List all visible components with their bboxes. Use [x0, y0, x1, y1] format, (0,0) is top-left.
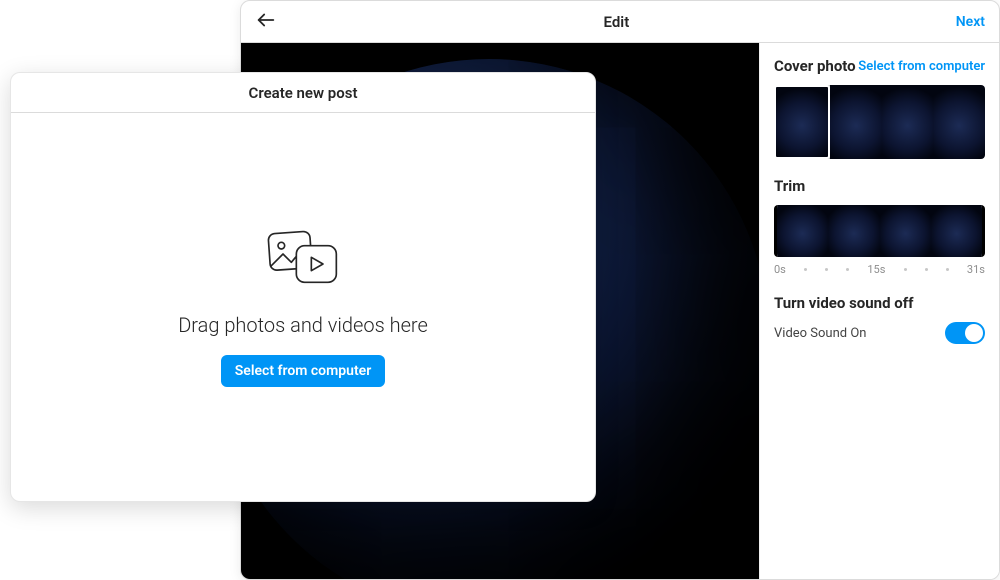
- trim-ticks: 0s 15s 31s: [774, 263, 985, 276]
- trim-mid-label: 15s: [867, 263, 885, 276]
- trim-heading: Trim: [774, 177, 805, 195]
- cover-frame[interactable]: [830, 85, 882, 159]
- cover-photo-row: Cover photo Select from computer: [774, 57, 985, 75]
- sound-label: Video Sound On: [774, 326, 866, 341]
- back-arrow-icon[interactable]: [255, 9, 277, 35]
- trim-start-label: 0s: [774, 263, 786, 276]
- create-post-modal: Create new post Drag photos and videos h…: [10, 72, 596, 502]
- next-button[interactable]: Next: [956, 14, 985, 30]
- trim-frame: [777, 205, 828, 257]
- cover-frame-selected[interactable]: [774, 85, 830, 159]
- trim-end-label: 31s: [967, 263, 985, 276]
- drag-instruction-text: Drag photos and videos here: [178, 313, 428, 337]
- edit-header: Edit Next: [241, 1, 999, 43]
- cover-frame[interactable]: [882, 85, 934, 159]
- trim-row: Trim: [774, 177, 985, 195]
- trim-track[interactable]: [774, 205, 985, 257]
- sound-toggle[interactable]: [945, 322, 985, 344]
- cover-filmstrip[interactable]: [774, 85, 985, 159]
- cover-select-link[interactable]: Select from computer: [858, 59, 985, 74]
- create-post-title: Create new post: [11, 73, 595, 113]
- trim-frame: [880, 205, 931, 257]
- cover-photo-heading: Cover photo: [774, 57, 856, 75]
- select-from-computer-button[interactable]: Select from computer: [221, 355, 385, 387]
- toggle-knob: [965, 324, 983, 342]
- edit-title: Edit: [604, 13, 630, 31]
- media-icon: [263, 227, 343, 295]
- sound-heading: Turn video sound off: [774, 294, 985, 312]
- edit-sidebar: Cover photo Select from computer Trim 0s: [759, 43, 999, 579]
- trim-frame: [931, 205, 982, 257]
- sound-row: Video Sound On: [774, 322, 985, 344]
- cover-frame[interactable]: [933, 85, 985, 159]
- trim-frame: [828, 205, 879, 257]
- create-post-dropzone[interactable]: Drag photos and videos here Select from …: [11, 113, 595, 501]
